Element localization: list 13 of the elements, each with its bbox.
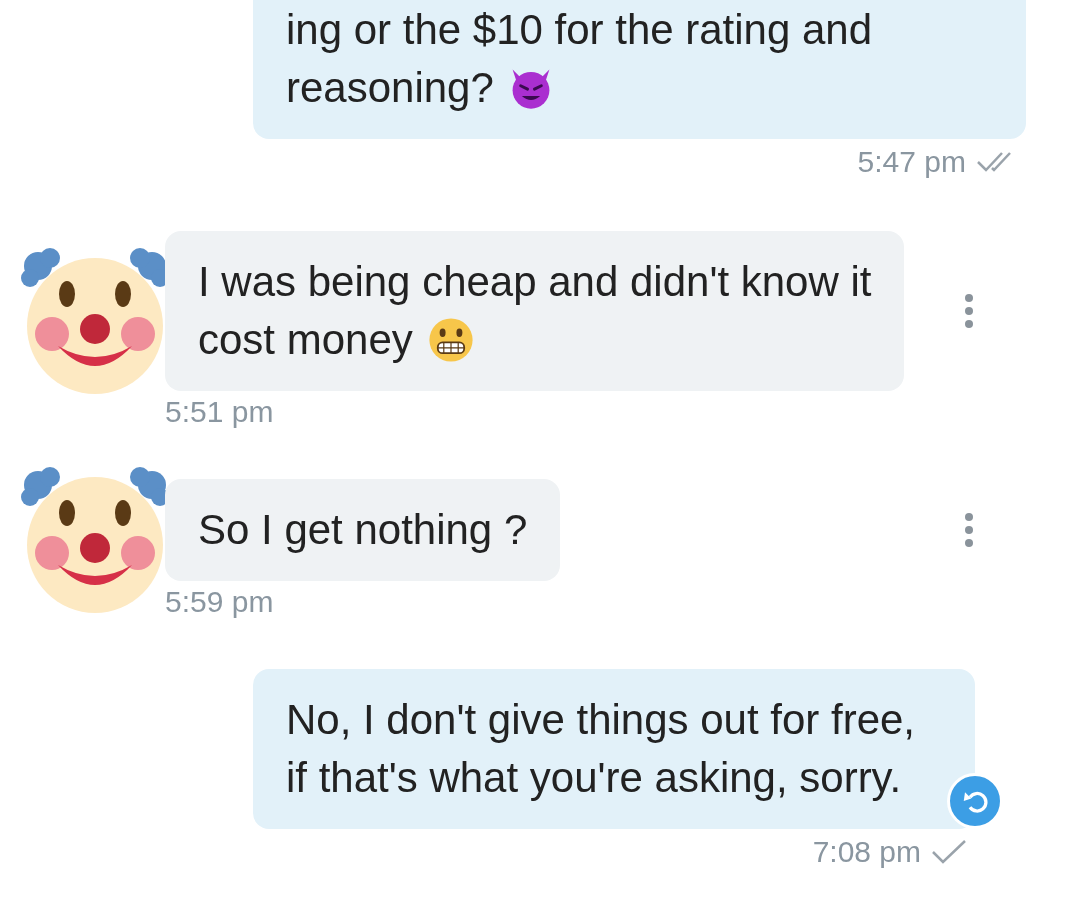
- more-options-icon[interactable]: [964, 294, 974, 328]
- more-options-icon[interactable]: [964, 513, 974, 547]
- message-text: ing or the $10 for the rating and: [286, 5, 873, 55]
- timestamp: 5:47 pm: [857, 145, 966, 179]
- message-text: reasoning?: [286, 63, 494, 113]
- timestamp: 7:08 pm: [812, 835, 922, 869]
- message-text: So I get nothing ?: [198, 505, 528, 555]
- timestamp: 5:51 pm: [165, 395, 274, 429]
- message-text: I was being cheap and didn't know it: [198, 257, 872, 307]
- message-text: cost money: [198, 315, 413, 365]
- message-text: No, I don't give things out for free,: [286, 695, 916, 745]
- message-text: if that's what you're asking, sorry.: [286, 753, 902, 803]
- timestamp: 5:59 pm: [165, 585, 274, 619]
